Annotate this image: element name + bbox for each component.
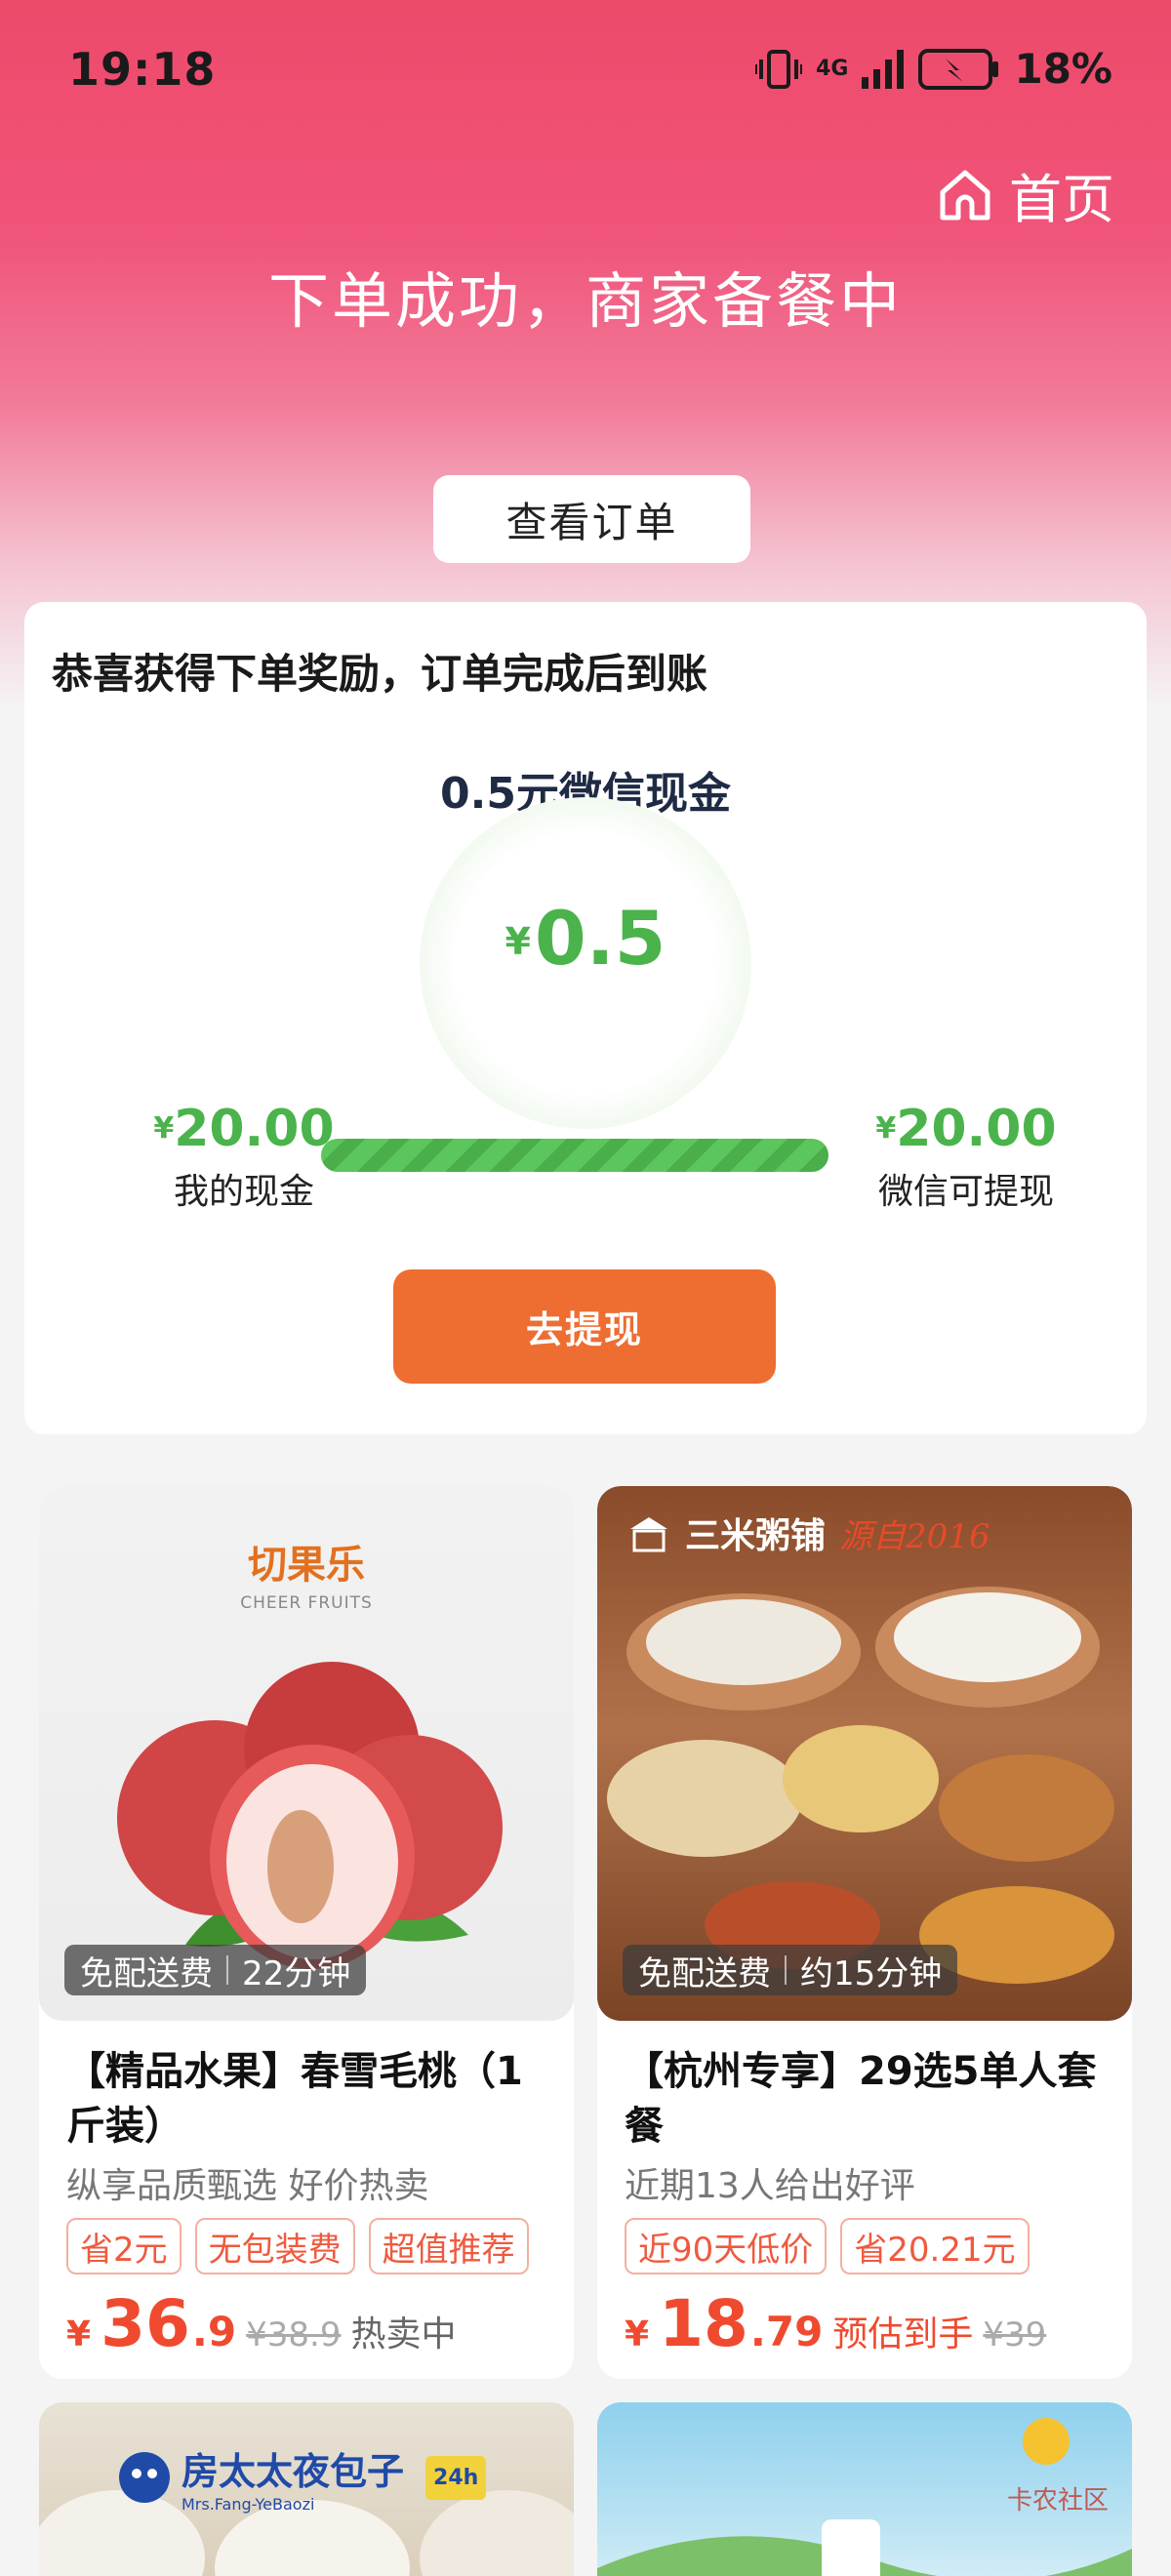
my-cash-amount: 20.00 bbox=[174, 1100, 335, 1158]
product-tags: 近90天低价 省20.21元 bbox=[625, 2218, 1030, 2274]
currency-symbol: ¥ bbox=[875, 1111, 897, 1146]
mascot-icon bbox=[119, 2452, 170, 2503]
product-tag: 省20.21元 bbox=[840, 2218, 1030, 2274]
battery-level: 18% bbox=[1014, 45, 1112, 93]
product-card[interactable]: 卡农社区 bbox=[597, 2402, 1132, 2576]
divider bbox=[785, 1955, 787, 1985]
page-title: 下单成功，商家备餐中 bbox=[267, 265, 903, 337]
price-integer: 18 bbox=[659, 2286, 748, 2361]
price-row: ¥ 36 .9 ¥38.9 热卖中 bbox=[66, 2286, 456, 2361]
product-tag: 省2元 bbox=[66, 2218, 182, 2274]
original-price: ¥39 bbox=[983, 2315, 1047, 2355]
reward-amount-value: 0.5 bbox=[534, 895, 666, 982]
product-desc: 近期13人给出好评 bbox=[625, 2166, 915, 2206]
product-tag: 无包装费 bbox=[194, 2218, 355, 2274]
product-image: 切果乐 CHEER FRUITS 免配送费 22分钟 bbox=[39, 1486, 574, 2021]
peach-illustration bbox=[117, 1662, 503, 1969]
reward-heading: 恭喜获得下单奖励，订单完成后到账 bbox=[52, 650, 708, 698]
product-title: 【杭州专享】29选5单人套餐 bbox=[625, 2049, 1097, 2149]
price-decimal: .79 bbox=[749, 2308, 824, 2355]
delivery-badge: 免配送费 约15分钟 bbox=[623, 1945, 958, 1995]
cash-progress-bar bbox=[321, 1139, 828, 1172]
battery-icon bbox=[918, 48, 999, 90]
product-image: 房太太夜包子 Mrs.Fang-YeBaozi 24h bbox=[39, 2402, 574, 2576]
my-cash-label: 我的现金 bbox=[173, 1172, 314, 1212]
vibrate-icon bbox=[755, 49, 803, 89]
status-icons: 4G 18% bbox=[755, 45, 1112, 93]
product-card[interactable]: 切果乐 CHEER FRUITS 免配送费 22分钟 【精品水果】春雪毛桃（1斤… bbox=[39, 1486, 574, 2379]
price-decimal: .9 bbox=[191, 2308, 237, 2355]
sale-note: 热卖中 bbox=[350, 2314, 457, 2355]
delivery-time: 约15分钟 bbox=[800, 1953, 943, 1993]
withdrawable-label: 微信可提现 bbox=[877, 1172, 1054, 1212]
my-cash-value: ¥20.00 bbox=[137, 1100, 351, 1158]
porridge-illustration bbox=[607, 1587, 1114, 1984]
signal-icon bbox=[862, 49, 905, 89]
product-tags: 省2元 无包装费 超值推荐 bbox=[66, 2218, 529, 2274]
delivery-time: 22分钟 bbox=[242, 1953, 351, 1993]
status-time: 19:18 bbox=[68, 43, 217, 96]
home-button[interactable]: 首页 bbox=[935, 156, 1114, 233]
brand-name: 房太太夜包子 bbox=[182, 2450, 405, 2493]
product-card[interactable]: 房太太夜包子 Mrs.Fang-YeBaozi 24h bbox=[39, 2402, 574, 2576]
divider bbox=[226, 1955, 228, 1985]
product-card[interactable]: 三米粥铺 源自2016 免配送费 约15分钟 【杭州专享】29选5单人套餐 近期… bbox=[597, 1486, 1132, 2379]
price-currency: ¥ bbox=[66, 2314, 92, 2355]
delivery-fee: 免配送费 bbox=[80, 1953, 213, 1993]
withdrawable-value: ¥20.00 bbox=[849, 1100, 1083, 1158]
price-currency: ¥ bbox=[625, 2314, 650, 2355]
home-icon bbox=[940, 170, 990, 220]
reward-card: 恭喜获得下单奖励，订单完成后到账 0.5元微信现金 ¥0.5 ¥20.00 我的… bbox=[24, 602, 1147, 1434]
estimated-price-note: 预估到手 bbox=[832, 2314, 974, 2355]
delivery-badge: 免配送费 22分钟 bbox=[64, 1945, 367, 1995]
delivery-fee: 免配送费 bbox=[638, 1953, 771, 1993]
product-image: 卡农社区 bbox=[597, 2402, 1132, 2576]
product-tag: 近90天低价 bbox=[625, 2218, 828, 2274]
hours-badge: 24h bbox=[425, 2455, 487, 2500]
original-price: ¥38.9 bbox=[246, 2315, 342, 2355]
price-integer: 36 bbox=[101, 2286, 190, 2361]
currency-symbol: ¥ bbox=[153, 1111, 175, 1146]
watermark: 卡农社区 bbox=[1006, 2486, 1109, 2516]
product-title: 【精品水果】春雪毛桃（1斤装） bbox=[66, 2049, 523, 2149]
network-type: 4G bbox=[816, 57, 849, 81]
product-tag: 超值推荐 bbox=[368, 2218, 529, 2274]
product-desc: 纵享品质甄选 好价热卖 bbox=[66, 2166, 429, 2206]
currency-symbol: ¥ bbox=[505, 920, 531, 963]
brand-name-en: Mrs.Fang-YeBaozi bbox=[182, 2495, 315, 2514]
withdrawable-amount: 20.00 bbox=[896, 1100, 1057, 1158]
withdraw-button[interactable]: 去提现 bbox=[393, 1269, 776, 1384]
brand-logo: 房太太夜包子 Mrs.Fang-YeBaozi 24h bbox=[117, 2441, 487, 2514]
price-row: ¥ 18 .79 预估到手 ¥39 bbox=[625, 2286, 1046, 2361]
reward-amount: ¥0.5 bbox=[24, 895, 1147, 982]
status-bar: 19:18 4G 18% bbox=[0, 0, 1171, 137]
home-label: 首页 bbox=[1009, 169, 1114, 230]
view-order-button[interactable]: 查看订单 bbox=[433, 475, 750, 563]
product-image: 三米粥铺 源自2016 免配送费 约15分钟 bbox=[597, 1486, 1132, 2021]
